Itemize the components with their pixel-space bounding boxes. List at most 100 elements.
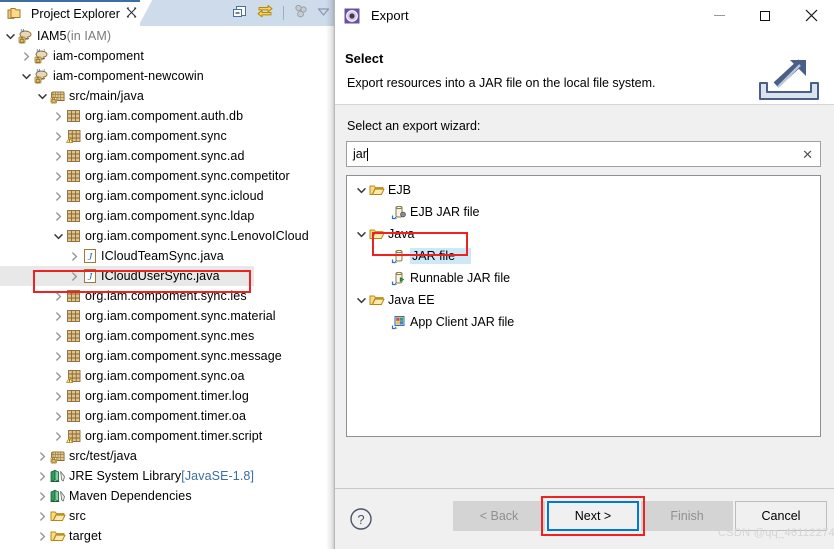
wizard-row[interactable]: EJB JAR file <box>347 201 820 223</box>
tree-row[interactable]: org.iam.compoment.sync.ldap <box>0 206 334 226</box>
expand-arrow-icon[interactable] <box>68 246 81 266</box>
filter-value: jar <box>353 147 367 161</box>
expand-arrow-icon[interactable] <box>4 26 17 46</box>
tree-row[interactable]: org.iam.compoment.sync.message <box>0 346 334 366</box>
tree-row[interactable]: org.iam.compoment.sync.les <box>0 286 334 306</box>
expand-arrow-icon[interactable] <box>52 426 65 446</box>
svg-text:?: ? <box>357 512 364 527</box>
expand-arrow-icon[interactable] <box>36 446 49 466</box>
folder-icon <box>368 224 385 244</box>
expand-arrow-icon[interactable] <box>355 180 368 200</box>
collapse-all-icon[interactable] <box>232 3 249 23</box>
tree-row[interactable]: src <box>0 506 334 526</box>
close-icon[interactable] <box>126 7 137 21</box>
view-menu-icon[interactable] <box>293 3 310 23</box>
wizard-row[interactable]: EJB <box>347 179 820 201</box>
help-button[interactable]: ? <box>349 507 373 531</box>
expand-arrow-icon[interactable] <box>355 290 368 310</box>
expand-arrow-icon[interactable] <box>377 246 390 266</box>
folder-icon <box>49 526 66 546</box>
dialog-title-bar[interactable]: Export <box>335 0 834 31</box>
expand-arrow-icon[interactable] <box>52 406 65 426</box>
tree-row[interactable]: org.iam.compoment.timer.script <box>0 426 334 446</box>
tab-project-explorer[interactable]: Project Explorer <box>0 0 140 26</box>
tree-row[interactable]: org.iam.compoment.sync.material <box>0 306 334 326</box>
expand-arrow-icon[interactable] <box>52 226 65 246</box>
next-button[interactable]: Next > <box>547 501 639 531</box>
svg-text:M: M <box>36 48 40 53</box>
java-file-icon: J <box>81 246 98 266</box>
wizard-row[interactable]: App Client JAR file <box>347 311 820 333</box>
expand-arrow-icon[interactable] <box>52 366 65 386</box>
tree-row[interactable]: M IAM5 (in IAM) <box>0 26 334 46</box>
expand-arrow-icon[interactable] <box>52 106 65 126</box>
tree-row[interactable]: org.iam.compoment.sync.LenovoICloud <box>0 226 334 246</box>
expand-arrow-icon[interactable] <box>20 66 33 86</box>
expand-arrow-icon[interactable] <box>20 46 33 66</box>
tree-row-label: org.iam.compoment.timer.log <box>85 389 249 403</box>
close-button[interactable] <box>788 0 834 31</box>
link-with-editor-icon[interactable] <box>256 3 274 23</box>
tree-row-label: org.iam.compoment.timer.oa <box>85 409 246 423</box>
expand-arrow-icon[interactable] <box>52 386 65 406</box>
expand-arrow-icon[interactable] <box>52 186 65 206</box>
tree-row[interactable]: org.iam.compoment.sync.competitor <box>0 166 334 186</box>
tree-row[interactable]: J Miam-compoment <box>0 46 334 66</box>
view-toolbar <box>232 0 330 26</box>
expand-arrow-icon[interactable] <box>52 286 65 306</box>
expand-arrow-icon[interactable] <box>377 312 390 332</box>
expand-arrow-icon[interactable] <box>68 266 81 286</box>
project-tree[interactable]: M IAM5 (in IAM) J Miam-compoment J Miam-compo… <box>0 26 334 549</box>
expand-arrow-icon[interactable] <box>52 126 65 146</box>
wizard-row-selected[interactable]: JAR file <box>347 245 820 267</box>
tree-row[interactable]: org.iam.compoment.sync.ad <box>0 146 334 166</box>
expand-arrow-icon[interactable] <box>377 202 390 222</box>
wizard-tree[interactable]: EJB EJB JAR file Java JAR file Runnable JAR … <box>346 175 821 437</box>
expand-arrow-icon[interactable] <box>36 486 49 506</box>
expand-arrow-icon[interactable] <box>52 206 65 226</box>
tree-row[interactable]: org.iam.compoment.timer.log <box>0 386 334 406</box>
maximize-button[interactable] <box>742 0 788 31</box>
tree-row-label: org.iam.compoment.sync.competitor <box>85 169 290 183</box>
tree-row[interactable]: target <box>0 526 334 546</box>
tree-row[interactable]: org.iam.compoment.sync.mes <box>0 326 334 346</box>
wizard-filter-input[interactable]: jar ✕ <box>346 141 821 167</box>
wizard-row[interactable]: Runnable JAR file <box>347 267 820 289</box>
tree-row[interactable]: src/main/java <box>0 86 334 106</box>
tree-row[interactable]: J Miam-compoment-newcowin <box>0 66 334 86</box>
source-folder-icon <box>49 86 66 106</box>
tree-row[interactable]: Maven Dependencies <box>0 486 334 506</box>
tree-row-label: org.iam.compoment.sync.ldap <box>85 209 255 223</box>
tree-row-selected[interactable]: J ICloudUserSync.java <box>0 266 254 286</box>
tree-row[interactable]: J ICloudTeamSync.java <box>0 246 334 266</box>
dialog-header: Select Export resources into a JAR file … <box>335 31 834 105</box>
expand-arrow-icon[interactable] <box>36 526 49 546</box>
expand-arrow-icon[interactable] <box>36 506 49 526</box>
wizard-row[interactable]: Java <box>347 223 820 245</box>
package-warning-icon <box>65 426 82 446</box>
expand-arrow-icon[interactable] <box>52 346 65 366</box>
tree-row[interactable]: org.iam.compoment.auth.db <box>0 106 334 126</box>
expand-arrow-icon[interactable] <box>36 466 49 486</box>
expand-arrow-icon[interactable] <box>377 268 390 288</box>
tree-row[interactable]: org.iam.compoment.sync.icloud <box>0 186 334 206</box>
svg-text:M: M <box>20 28 24 33</box>
expand-arrow-icon[interactable] <box>52 326 65 346</box>
clear-icon[interactable]: ✕ <box>802 147 813 163</box>
package-icon <box>65 346 82 366</box>
wizard-row[interactable]: Java EE <box>347 289 820 311</box>
svg-text:M: M <box>36 68 40 73</box>
expand-arrow-icon[interactable] <box>52 306 65 326</box>
expand-arrow-icon[interactable] <box>36 86 49 106</box>
svg-text:J: J <box>42 48 44 53</box>
tree-row[interactable]: org.iam.compoment.sync.oa <box>0 366 334 386</box>
dialog-body: Select an export wizard: jar ✕ EJB EJB JA… <box>335 105 834 488</box>
expand-arrow-icon[interactable] <box>52 146 65 166</box>
tree-row[interactable]: JRE System Library [JavaSE-1.8] <box>0 466 334 486</box>
tree-row[interactable]: org.iam.compoment.timer.oa <box>0 406 334 426</box>
minimize-button[interactable] <box>696 0 742 31</box>
expand-arrow-icon[interactable] <box>52 166 65 186</box>
tree-row[interactable]: src/test/java <box>0 446 334 466</box>
expand-arrow-icon[interactable] <box>355 224 368 244</box>
tree-row[interactable]: org.iam.compoment.sync <box>0 126 334 146</box>
